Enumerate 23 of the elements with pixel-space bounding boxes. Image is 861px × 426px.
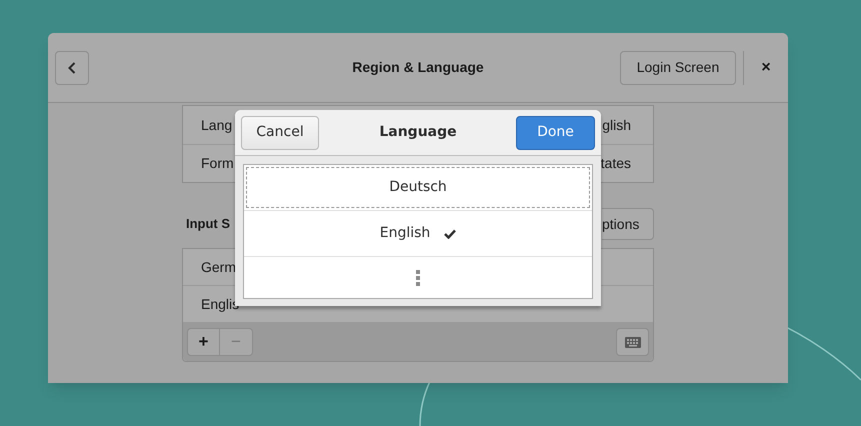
setting-label: Form xyxy=(201,154,234,173)
cancel-button[interactable]: Cancel xyxy=(241,116,319,150)
language-item[interactable]: English xyxy=(246,213,590,254)
login-screen-button[interactable]: Login Screen xyxy=(620,50,736,84)
language-name: Deutsch xyxy=(389,178,447,197)
setting-label: Lang xyxy=(201,116,232,135)
close-button[interactable]: × xyxy=(756,56,776,80)
language-name: English xyxy=(380,224,430,243)
keyboard-button[interactable] xyxy=(616,328,649,356)
dialog-title: Language xyxy=(378,123,458,142)
chevron-left-icon xyxy=(68,62,76,74)
keyboard-icon xyxy=(624,336,640,348)
more-icon xyxy=(416,270,420,286)
language-item[interactable]: Deutsch xyxy=(246,167,590,208)
add-button[interactable]: + xyxy=(187,328,220,356)
setting-value: tates xyxy=(600,154,631,173)
options-button[interactable]: ptions xyxy=(602,208,654,240)
input-source-item[interactable]: Germ xyxy=(201,256,236,278)
back-button[interactable] xyxy=(55,50,89,84)
section-heading: Input S xyxy=(185,215,230,234)
done-button[interactable]: Done xyxy=(516,116,595,150)
window-title: Region & Language xyxy=(351,58,485,77)
setting-value: glish xyxy=(602,116,631,135)
